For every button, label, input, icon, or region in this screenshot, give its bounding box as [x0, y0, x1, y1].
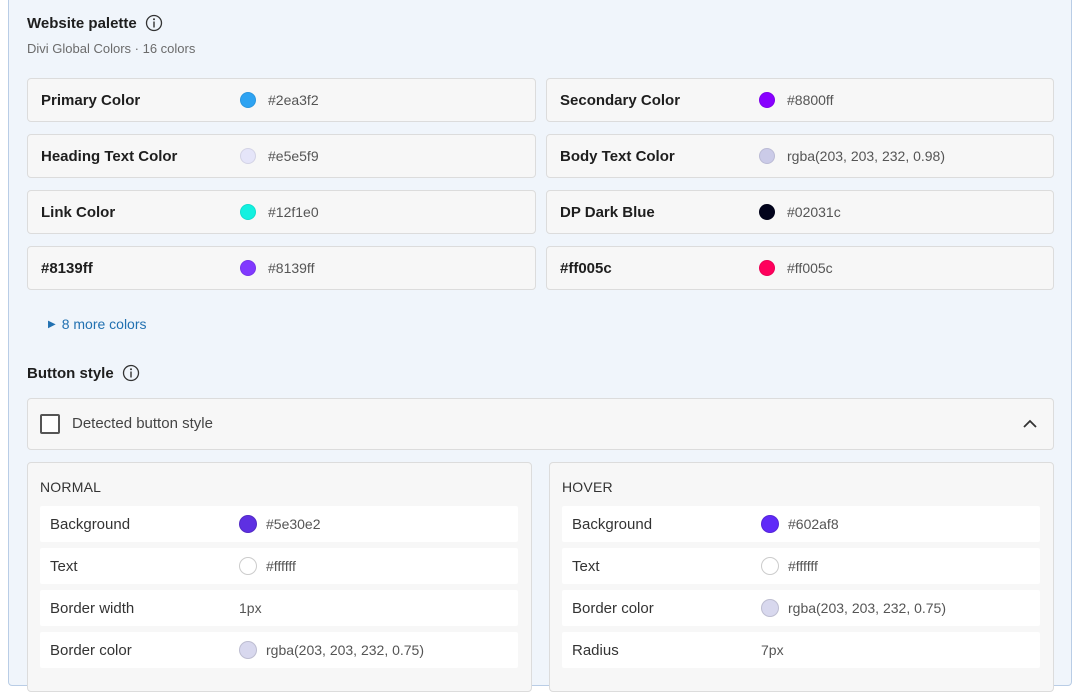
- style-property-value: #ffffff: [266, 558, 296, 574]
- color-swatch[interactable]: [240, 148, 256, 164]
- normal-heading: NORMAL: [40, 479, 102, 495]
- palette-color-value: #2ea3f2: [268, 92, 319, 108]
- style-property-label: Text: [50, 558, 78, 575]
- palette-color-name: #8139ff: [41, 259, 93, 277]
- palette-color-name: Heading Text Color: [41, 147, 178, 165]
- palette-color-card[interactable]: #8139ff #8139ff: [27, 246, 536, 290]
- style-property-row: Border width 1px: [40, 590, 518, 626]
- info-icon[interactable]: [122, 364, 140, 382]
- style-property-row: Border color rgba(203, 203, 232, 0.75): [40, 632, 518, 668]
- palette-color-value: #02031c: [787, 204, 841, 220]
- info-icon[interactable]: [145, 14, 163, 32]
- style-property-value: #602af8: [788, 516, 839, 532]
- color-swatch[interactable]: [240, 204, 256, 220]
- palette-color-value: rgba(203, 203, 232, 0.98): [787, 148, 946, 164]
- palette-color-name: #ff005c: [560, 259, 612, 277]
- style-property-value: #5e30e2: [266, 516, 321, 532]
- color-swatch[interactable]: [761, 599, 779, 617]
- palette-color-card[interactable]: #ff005c #ff005c: [546, 246, 1054, 290]
- palette-color-value: #8800ff: [787, 92, 834, 108]
- palette-color-value: #12f1e0: [268, 204, 319, 220]
- detected-button-style-accordion[interactable]: Detected button style: [27, 398, 1054, 450]
- palette-color-name: Secondary Color: [560, 91, 681, 109]
- style-property-value: rgba(203, 203, 232, 0.75): [788, 600, 947, 616]
- style-property-value: rgba(203, 203, 232, 0.75): [266, 642, 425, 658]
- style-property-label: Border color: [50, 642, 132, 659]
- palette-header: Website palette: [27, 14, 163, 32]
- palette-color-card[interactable]: DP Dark Blue #02031c: [546, 190, 1054, 234]
- triangle-right-icon: ▶: [48, 318, 56, 330]
- palette-title: Website palette: [27, 14, 137, 32]
- palette-color-value: #e5e5f9: [268, 148, 319, 164]
- palette-color-name: Link Color: [41, 203, 116, 221]
- color-swatch[interactable]: [761, 515, 779, 533]
- normal-state-panel: NORMAL Background #5e30e2 Text #ffffff Borde…: [27, 462, 532, 692]
- style-property-row: Background #602af8: [562, 506, 1040, 542]
- color-swatch[interactable]: [239, 641, 257, 659]
- palette-color-value: #ff005c: [787, 260, 833, 276]
- palette-color-card[interactable]: Secondary Color #8800ff: [546, 78, 1054, 122]
- detected-button-style-label: Detected button style: [72, 415, 213, 432]
- more-colors-toggle[interactable]: ▶ 8 more colors: [48, 316, 147, 332]
- color-swatch[interactable]: [759, 260, 775, 276]
- style-property-value: 1px: [239, 600, 262, 616]
- palette-color-name: Body Text Color: [560, 147, 675, 165]
- color-swatch[interactable]: [759, 148, 775, 164]
- palette-color-card[interactable]: Link Color #12f1e0: [27, 190, 536, 234]
- button-style-title: Button style: [27, 364, 114, 382]
- color-swatch[interactable]: [759, 92, 775, 108]
- color-swatch[interactable]: [759, 204, 775, 220]
- style-property-label: Radius: [572, 642, 619, 659]
- hover-state-panel: HOVER Background #602af8 Text #ffffff Border…: [549, 462, 1054, 692]
- style-property-value: 7px: [761, 642, 784, 658]
- hover-heading: HOVER: [562, 479, 613, 495]
- color-swatch[interactable]: [239, 515, 257, 533]
- style-property-row: Text #ffffff: [562, 548, 1040, 584]
- style-property-value: #ffffff: [788, 558, 818, 574]
- style-property-label: Text: [572, 558, 600, 575]
- chevron-up-icon[interactable]: [1021, 415, 1039, 433]
- palette-color-value: #8139ff: [268, 260, 315, 276]
- style-property-label: Border color: [572, 600, 654, 617]
- style-property-row: Text #ffffff: [40, 548, 518, 584]
- palette-color-card[interactable]: Body Text Color rgba(203, 203, 232, 0.98): [546, 134, 1054, 178]
- palette-color-name: DP Dark Blue: [560, 203, 655, 221]
- color-swatch[interactable]: [240, 260, 256, 276]
- button-style-header: Button style: [27, 364, 140, 382]
- style-property-row: Background #5e30e2: [40, 506, 518, 542]
- style-property-row: Border color rgba(203, 203, 232, 0.75): [562, 590, 1040, 626]
- style-property-row: Radius 7px: [562, 632, 1040, 668]
- palette-color-card[interactable]: Primary Color #2ea3f2: [27, 78, 536, 122]
- style-property-label: Border width: [50, 600, 135, 617]
- more-colors-label: 8 more colors: [61, 316, 147, 332]
- palette-color-name: Primary Color: [41, 91, 141, 109]
- color-swatch[interactable]: [240, 92, 256, 108]
- palette-color-card[interactable]: Heading Text Color #e5e5f9: [27, 134, 536, 178]
- palette-subtitle: Divi Global Colors · 16 colors: [27, 41, 196, 56]
- style-property-label: Background: [50, 516, 131, 533]
- color-swatch[interactable]: [761, 557, 779, 575]
- detected-button-style-checkbox[interactable]: [40, 414, 60, 434]
- style-property-label: Background: [572, 516, 653, 533]
- color-swatch[interactable]: [239, 557, 257, 575]
